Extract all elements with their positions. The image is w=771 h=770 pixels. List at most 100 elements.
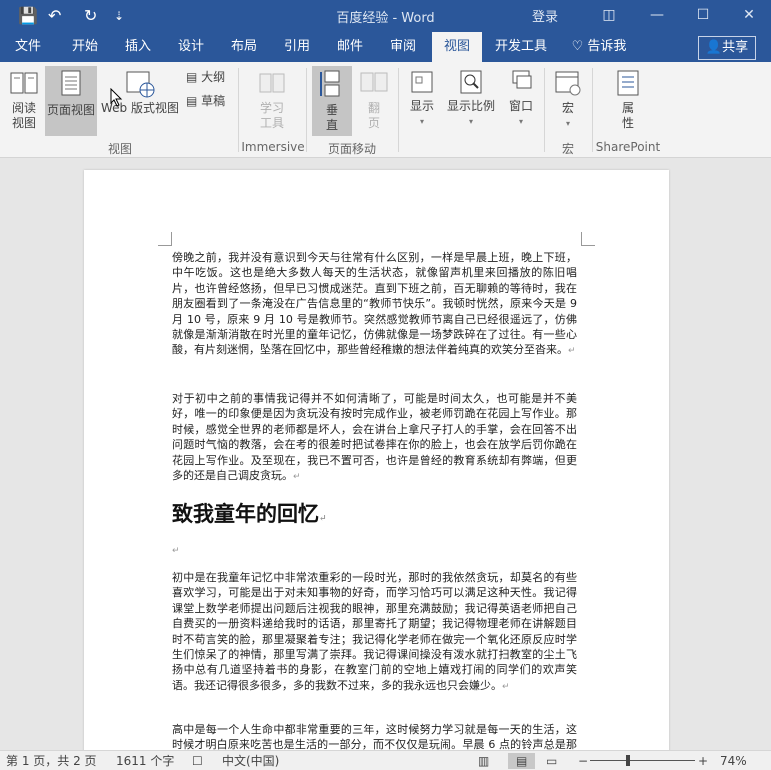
- print-layout-icon: [61, 70, 81, 96]
- group-sharepoint-label: SharePoint: [595, 140, 661, 154]
- tell-me-box[interactable]: ♡ 告诉我: [568, 32, 630, 62]
- learning-tools-label: 学习 工具: [259, 101, 284, 130]
- tell-me-label: 告诉我: [587, 39, 627, 54]
- tab-review[interactable]: 审阅: [382, 32, 424, 62]
- show-icon: [411, 71, 433, 93]
- paragraph-1-text: 傍晚之前，我并没有意识到今天与往常有什么区别，一样是早晨上班，晚上下班，中午吃饭…: [172, 251, 577, 357]
- minimize-icon[interactable]: —: [646, 4, 668, 26]
- read-mode-label: 阅读 视图: [11, 101, 36, 130]
- paragraph-2[interactable]: 对于初中之前的事情我记得并不如何清晰了，可能是时间太久，也可能是并不美好，唯一的…: [172, 391, 577, 485]
- status-bar: 第 1 页，共 2 页 1611 个字 ☐ 中文(中国) ▥ ▤ ▭ − + 7…: [0, 750, 771, 770]
- paragraph-1[interactable]: 傍晚之前，我并没有意识到今天与往常有什么区别，一样是早晨上班，晚上下班，中午吃饭…: [172, 250, 577, 360]
- paragraph-3-text: 初中是在我童年记忆中非常浓重彩的一段时光，那时的我依然贪玩，却莫名的有些喜欢学习…: [172, 571, 577, 692]
- person-icon: 👤: [705, 40, 723, 55]
- page-count[interactable]: 第 1 页，共 2 页: [6, 753, 97, 769]
- read-mode-button[interactable]: 阅读 视图: [6, 68, 42, 131]
- draft-label: 草稿: [201, 94, 226, 108]
- chevron-down-icon: ▾: [419, 117, 424, 126]
- side-to-side-button[interactable]: 翻 页: [356, 68, 392, 131]
- login-link[interactable]: 登录: [532, 6, 558, 25]
- tab-layout[interactable]: 布局: [223, 32, 265, 62]
- language[interactable]: 中文(中国): [222, 753, 279, 769]
- mouse-cursor-icon: [110, 88, 123, 107]
- print-layout-button[interactable]: 页面视图: [45, 66, 97, 136]
- tab-insert[interactable]: 插入: [117, 32, 159, 62]
- print-layout-label: 页面视图: [46, 103, 95, 117]
- zoom-in-button[interactable]: +: [698, 753, 708, 769]
- chevron-down-icon: ▾: [518, 117, 523, 126]
- tab-mailings[interactable]: 邮件: [329, 32, 371, 62]
- draft-button[interactable]: ▤ 草稿: [186, 94, 232, 109]
- ribbon-display-options-icon[interactable]: ◫: [598, 4, 620, 26]
- tab-references[interactable]: 引用: [276, 32, 318, 62]
- lightbulb-icon: ♡: [571, 39, 584, 54]
- separator: [592, 68, 593, 152]
- crop-mark: [581, 232, 595, 246]
- side-to-side-label: 翻 页: [367, 101, 380, 130]
- learning-tools-icon: [259, 73, 285, 93]
- paragraph-3[interactable]: 初中是在我童年记忆中非常浓重彩的一段时光，那时的我依然贪玩，却莫名的有些喜欢学习…: [172, 570, 577, 695]
- share-label: 共享: [722, 40, 749, 55]
- draft-icon: ▤: [186, 94, 198, 108]
- window-button[interactable]: 窗口 ▾: [502, 68, 540, 129]
- tab-view[interactable]: 视图: [432, 32, 482, 62]
- group-page-movement-label: 页面移动: [327, 142, 376, 156]
- word-count[interactable]: 1611 个字: [116, 753, 174, 769]
- show-label: 显示: [409, 99, 434, 113]
- separator: [544, 68, 545, 152]
- share-button[interactable]: 👤共享: [698, 36, 756, 60]
- paragraph-4-text: 高中是每一个人生命中都非常重要的三年，这时候努力学习就是每一天的生活，这时候才明…: [172, 723, 577, 750]
- chevron-down-icon: ▾: [565, 119, 570, 128]
- read-mode-icon: [10, 72, 38, 94]
- zoom-slider-thumb[interactable]: [626, 755, 630, 766]
- properties-label: 属 性: [621, 101, 634, 130]
- separator: [306, 68, 307, 152]
- zoom-slider[interactable]: [590, 760, 695, 761]
- tab-design[interactable]: 设计: [170, 32, 212, 62]
- empty-paragraph[interactable]: ↵: [172, 542, 577, 559]
- chevron-down-icon: ▾: [468, 117, 473, 126]
- maximize-icon[interactable]: ☐: [692, 4, 714, 26]
- web-layout-icon: [126, 71, 155, 98]
- zoom-label: 显示比例: [446, 99, 495, 113]
- tab-home[interactable]: 开始: [64, 32, 106, 62]
- paragraph-mark-icon: ↵: [502, 681, 510, 692]
- document-page[interactable]: 傍晚之前，我并没有意识到今天与往常有什么区别，一样是早晨上班，晚上下班，中午吃饭…: [84, 170, 669, 750]
- zoom-button[interactable]: 显示比例 ▾: [444, 68, 498, 129]
- document-heading[interactable]: 致我童年的回忆↵: [172, 498, 327, 528]
- crop-mark: [158, 232, 172, 246]
- group-macros-label: 宏: [561, 142, 574, 156]
- document-workspace: 傍晚之前，我并没有意识到今天与往常有什么区别，一样是早晨上班，晚上下班，中午吃饭…: [0, 158, 771, 750]
- ribbon-view: 阅读 视图 页面视图 Web 版式视图 ▤ 大纲 ▤ 草稿 视图 学习 工具 I…: [0, 62, 771, 158]
- tab-developer[interactable]: 开发工具: [490, 32, 552, 62]
- proofing-icon[interactable]: ☐: [192, 753, 203, 769]
- paragraph-4[interactable]: 高中是每一个人生命中都非常重要的三年，这时候努力学习就是每一天的生活，这时候才明…: [172, 722, 577, 750]
- vertical-button[interactable]: 垂 直: [312, 66, 352, 136]
- outline-button[interactable]: ▤ 大纲: [186, 70, 232, 85]
- group-immersive-label: Immersive: [241, 140, 305, 154]
- vertical-label: 垂 直: [325, 103, 338, 132]
- web-layout-view-icon[interactable]: ▭: [546, 753, 557, 769]
- read-mode-view-icon[interactable]: ▥: [478, 753, 489, 769]
- side-to-side-icon: [360, 72, 388, 92]
- outline-label: 大纲: [201, 70, 226, 84]
- vertical-scrollbar[interactable]: [757, 158, 771, 750]
- tab-file[interactable]: 文件: [8, 32, 48, 62]
- zoom-level[interactable]: 74%: [720, 753, 747, 769]
- macros-button[interactable]: 宏 ▾: [550, 68, 586, 131]
- print-layout-view-icon[interactable]: ▤: [508, 753, 536, 769]
- show-button[interactable]: 显示 ▾: [402, 68, 442, 129]
- title-bar: 💾 ↶ ↻ ⇣ 百度经验 - Word 登录 ◫ — ☐ ✕: [0, 0, 771, 32]
- separator: [398, 68, 399, 152]
- close-icon[interactable]: ✕: [738, 4, 760, 26]
- paragraph-2-text: 对于初中之前的事情我记得并不如何清晰了，可能是时间太久，也可能是并不美好，唯一的…: [172, 392, 577, 483]
- macros-icon: [555, 71, 581, 96]
- separator: [238, 68, 239, 152]
- heading-text: 致我童年的回忆: [172, 501, 319, 526]
- group-views-label: 视图: [107, 142, 132, 156]
- properties-button[interactable]: 属 性: [608, 68, 648, 131]
- paragraph-mark-icon: ↵: [293, 472, 301, 483]
- paragraph-mark-icon: ↵: [319, 514, 327, 524]
- learning-tools-button[interactable]: 学习 工具: [252, 68, 292, 131]
- zoom-out-button[interactable]: −: [578, 753, 588, 769]
